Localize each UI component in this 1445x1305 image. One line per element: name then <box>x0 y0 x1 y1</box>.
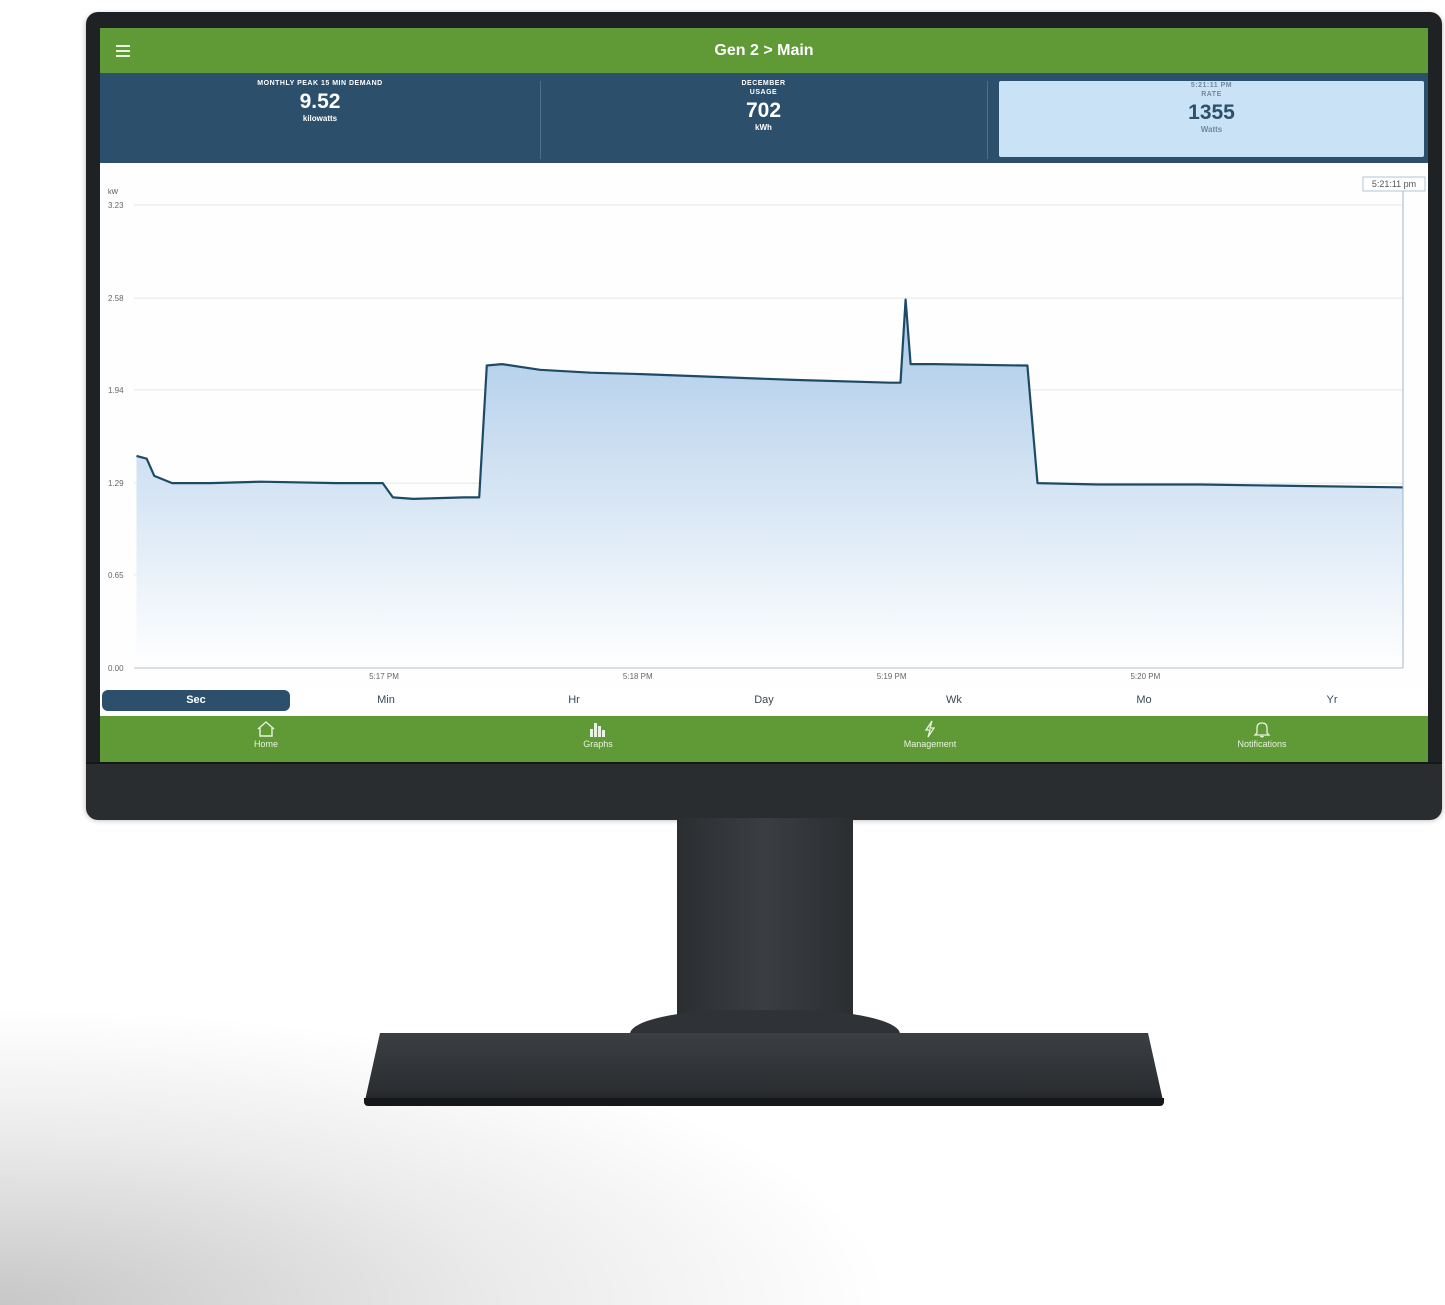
nav-label: Notifications <box>1237 739 1287 749</box>
monitor-stand-base-edge <box>364 1098 1164 1106</box>
y-tick-label: 2.58 <box>108 294 124 303</box>
nav-label: Management <box>903 739 957 749</box>
nav-label: Graphs <box>583 739 613 749</box>
y-tick-label: 0.00 <box>108 664 124 673</box>
monitor-chin <box>86 762 1442 820</box>
nav-label: Home <box>253 739 278 749</box>
y-tick-label: 1.29 <box>108 479 124 488</box>
usage-chart-svg: kW 0.00 0.65 1.29 1.94 2.58 3.23 5:17 PM 5:18 PM… <box>108 176 1426 681</box>
nav-graphs[interactable]: Graphs <box>538 720 658 750</box>
timeframe-day[interactable]: Day <box>670 690 858 711</box>
hamburger-menu-icon[interactable] <box>116 45 130 57</box>
stat-label: MONTHLY PEAK 15 MIN DEMAND <box>257 80 383 87</box>
page-title: Gen 2 > Main <box>714 42 814 59</box>
stat-label: 5:21:11 PM <box>1190 82 1233 89</box>
y-tick-label: 1.94 <box>108 386 124 395</box>
x-tick-label: 5:18 PM <box>623 672 653 681</box>
graphs-icon <box>590 723 605 737</box>
x-tick-label: 5:17 PM <box>369 672 399 681</box>
nav-notifications[interactable]: Notifications <box>1202 720 1322 750</box>
timeframe-yr[interactable]: Yr <box>1238 690 1426 711</box>
y-axis-unit: kW <box>108 189 119 196</box>
usage-chart[interactable]: kW 0.00 0.65 1.29 1.94 2.58 3.23 5:17 PM 5:18 PM… <box>100 163 1428 688</box>
stat-label: RATE <box>1201 91 1222 98</box>
stat-label: USAGE <box>749 89 778 96</box>
stat-divider <box>987 81 988 159</box>
monitor-screen: Gen 2 > Main MONTHLY PEAK 15 MIN DEMAND … <box>100 28 1428 762</box>
stat-unit: kWh <box>755 123 772 132</box>
monthly-peak-tile[interactable]: MONTHLY PEAK 15 MIN DEMAND 9.52 kilowatt… <box>100 79 540 159</box>
x-tick-label: 5:20 PM <box>1130 672 1160 681</box>
y-tick-label: 3.23 <box>108 201 124 210</box>
stat-value: 702 <box>745 99 782 122</box>
top-bar: Gen 2 > Main <box>100 28 1428 73</box>
stat-unit: Watts <box>1200 125 1223 134</box>
lightning-icon <box>924 720 936 738</box>
bell-icon <box>1253 722 1271 738</box>
x-tick-label: 5:19 PM <box>877 672 907 681</box>
current-rate-tile[interactable]: 5:21:11 PM RATE 1355 Watts <box>999 81 1424 157</box>
stat-unit: kilowatts <box>302 114 338 123</box>
home-icon <box>257 721 275 737</box>
stat-value: 9.52 <box>299 90 341 113</box>
stats-panel: MONTHLY PEAK 15 MIN DEMAND 9.52 kilowatt… <box>100 73 1428 163</box>
timeframe-hr[interactable]: Hr <box>480 690 668 711</box>
monitor-stand-base <box>364 1033 1164 1105</box>
timeframe-wk[interactable]: Wk <box>860 690 1048 711</box>
stat-value: 1355 <box>1188 101 1235 124</box>
timeframe-min[interactable]: Min <box>292 690 480 711</box>
stat-label: DECEMBER <box>741 80 786 87</box>
timeframe-mo[interactable]: Mo <box>1050 690 1238 711</box>
monthly-usage-tile[interactable]: DECEMBER USAGE 702 kWh <box>541 79 986 159</box>
timeframe-selector: Sec Min Hr Day Wk Mo Yr <box>100 688 1428 715</box>
nav-home[interactable]: Home <box>206 720 326 750</box>
nav-management[interactable]: Management <box>870 720 990 750</box>
bottom-nav: Home Graphs Management Notifications <box>100 716 1428 762</box>
monitor-stand-neck <box>677 818 853 1038</box>
cursor-label: 5:21:11 pm <box>1372 179 1416 189</box>
y-tick-label: 0.65 <box>108 571 124 580</box>
timeframe-sec[interactable]: Sec <box>102 690 290 711</box>
